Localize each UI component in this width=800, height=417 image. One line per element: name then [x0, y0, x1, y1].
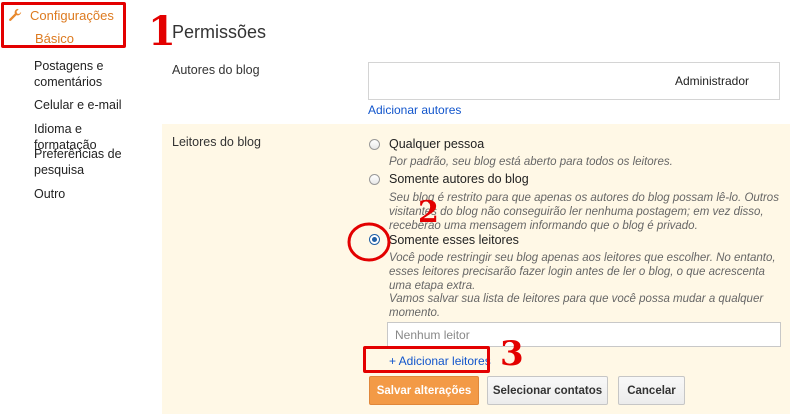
radio-anyone[interactable] [369, 139, 380, 150]
author-row: Administrador [368, 62, 780, 100]
save-button[interactable]: Salvar alterações [369, 376, 479, 405]
page-title: Permissões [172, 22, 267, 42]
sidebar-item-outro[interactable]: Outro [34, 186, 144, 202]
annotation-number-3: 3 [500, 334, 524, 374]
annotation-box-3 [363, 346, 490, 373]
sidebar-item-preferencias[interactable]: Preferências de pesquisa [34, 146, 144, 178]
option-these-readers-label[interactable]: Somente esses leitores [389, 233, 519, 247]
annotation-box-1 [1, 2, 126, 48]
select-contacts-button[interactable]: Selecionar contatos [487, 376, 608, 405]
add-authors-link[interactable]: Adicionar autores [368, 103, 461, 117]
annotation-number-1: 1 [148, 8, 176, 55]
readers-input[interactable]: Nenhum leitor [387, 322, 781, 347]
author-role: Administrador [674, 74, 749, 88]
sidebar-item-postagens[interactable]: Postagens e comentários [34, 58, 144, 90]
option-authors-label[interactable]: Somente autores do blog [389, 172, 529, 186]
option-authors-description: Seu blog é restrito para que apenas os a… [389, 192, 779, 232]
sidebar: Configurações Básico Postagens e comentá… [0, 0, 160, 417]
readers-label: Leitores do blog [172, 135, 261, 149]
cancel-button[interactable]: Cancelar [618, 376, 685, 405]
radio-authors-only[interactable] [369, 174, 380, 185]
annotation-circle-2 [347, 222, 391, 262]
annotation-number-2: 2 [418, 195, 439, 230]
option-these-readers-description: Você pode restringir seu blog apenas aos… [389, 252, 776, 292]
option-anyone-label[interactable]: Qualquer pessoa [389, 137, 484, 151]
option-anyone-description: Por padrão, seu blog está aberto para to… [389, 156, 673, 168]
sidebar-item-celular[interactable]: Celular e e-mail [34, 97, 144, 113]
authors-label: Autores do blog [172, 63, 260, 77]
option-these-readers-note: Vamos salvar sua lista de leitores para … [389, 293, 764, 319]
